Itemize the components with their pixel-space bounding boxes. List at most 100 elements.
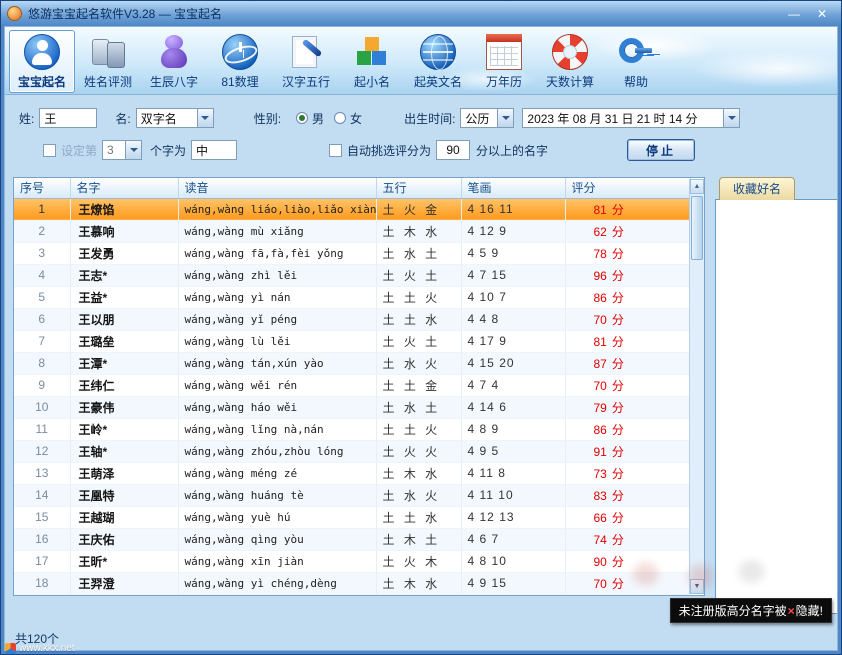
name-cell: 王凰特: [70, 484, 178, 506]
score-unit: 分: [612, 225, 624, 239]
birth-date-select[interactable]: 2023 年 08 月 31 日 21 时 14 分: [522, 108, 740, 128]
pinyin-cell: wáng,wàng yì nán: [178, 286, 376, 308]
favorites-list[interactable]: [715, 199, 838, 614]
column-header[interactable]: 名字: [70, 178, 178, 198]
male-radio[interactable]: [296, 112, 308, 124]
scroll-thumb[interactable]: [691, 196, 703, 260]
toolbar-button[interactable]: 起英文名: [405, 30, 471, 93]
table-row[interactable]: 10 王豪伟 wáng,wàng háo wěi 土 水 土 4 14 6 79…: [14, 396, 690, 418]
favorites-tab[interactable]: 收藏好名: [719, 177, 795, 200]
table-row[interactable]: 9 王纬仁 wáng,wàng wěi rén 土 土 金 4 7 4 70分: [14, 374, 690, 396]
name-cell: 王轴*: [70, 440, 178, 462]
toolbar-button[interactable]: 81数理: [207, 30, 273, 93]
wuxing-cell: 土 土 水: [376, 308, 461, 330]
wuxing-cell: 土 土 水: [376, 506, 461, 528]
table-row[interactable]: 6 王以朋 wáng,wàng yǐ péng 土 土 水 4 4 8 70分: [14, 308, 690, 330]
toolbar-button[interactable]: 汉字五行: [273, 30, 339, 93]
minimize-button[interactable]: —: [781, 5, 807, 23]
min-score-input[interactable]: 90: [436, 140, 470, 160]
table-row[interactable]: 11 王岭* wáng,wàng lǐng nà,nán 土 土 火 4 8 9…: [14, 418, 690, 440]
chevron-down-icon[interactable]: [723, 109, 739, 127]
toolbar-button[interactable]: 起小名: [339, 30, 405, 93]
toolbar-button[interactable]: 姓名评测: [75, 30, 141, 93]
toolbar-button[interactable]: 宝宝起名: [9, 30, 75, 93]
score-value: 70: [594, 313, 607, 327]
table-row[interactable]: 2 王慕响 wáng,wàng mù xiǎng 土 木 水 4 12 9 62…: [14, 220, 690, 242]
female-radio[interactable]: [334, 112, 346, 124]
scroll-down-icon[interactable]: ▼: [690, 579, 704, 594]
table-row[interactable]: 1 王燎馅 wáng,wàng liáo,liào,liǎo xiàn 土 火 …: [14, 198, 690, 220]
row-index: 1: [14, 198, 70, 220]
name-cell: 王越瑚: [70, 506, 178, 528]
toolbar-button-label: 宝宝起名: [12, 73, 72, 90]
window-title: 悠游宝宝起名软件V3.28 — 宝宝起名: [28, 5, 779, 22]
chevron-down-icon[interactable]: [197, 109, 213, 127]
toolbar-button[interactable]: 生辰八字: [141, 30, 207, 93]
male-label: 男: [312, 110, 324, 127]
score-cell: 79分: [565, 396, 690, 418]
toolbar-button[interactable]: 万年历: [471, 30, 537, 93]
filter-settings-row: 设定第 3 个字为 中 自动挑选评分为 90 分以上的名字 停止: [5, 139, 837, 161]
table-row[interactable]: 5 王益* wáng,wàng yì nán 土 土 火 4 10 7 86分: [14, 286, 690, 308]
score-unit: 分: [612, 423, 624, 437]
score-unit: 分: [612, 489, 624, 503]
calendar-type-select[interactable]: 公历: [460, 108, 514, 128]
row-index: 10: [14, 396, 70, 418]
char-position-select[interactable]: 3: [102, 140, 142, 160]
column-header[interactable]: 读音: [178, 178, 376, 198]
table-row[interactable]: 14 王凰特 wáng,wàng huáng tè 土 水 火 4 11 10 …: [14, 484, 690, 506]
score-unit: 分: [612, 313, 624, 327]
score-unit: 分: [612, 445, 624, 459]
name-cell: 王萌泽: [70, 462, 178, 484]
score-unit: 分: [612, 291, 624, 305]
strokes-cell: 4 16 11: [461, 198, 565, 220]
column-header[interactable]: 五行: [376, 178, 461, 198]
scroll-up-icon[interactable]: ▲: [690, 179, 704, 194]
table-row[interactable]: 17 王昕* wáng,wàng xīn jiàn 土 火 木 4 8 10 9…: [14, 550, 690, 572]
row-index: 2: [14, 220, 70, 242]
row-index: 12: [14, 440, 70, 462]
table-row[interactable]: 3 王发勇 wáng,wàng fā,fà,fèi yǒng 土 水 土 4 5…: [14, 242, 690, 264]
close-button[interactable]: ✕: [809, 5, 835, 23]
toolbar-button[interactable]: 帮助: [603, 30, 669, 93]
titlebar[interactable]: 悠游宝宝起名软件V3.28 — 宝宝起名 — ✕: [1, 1, 841, 26]
chevron-down-icon[interactable]: [497, 109, 513, 127]
score-value: 86: [594, 423, 607, 437]
wuxing-cell: 土 火 土: [376, 330, 461, 352]
column-header[interactable]: 序号: [14, 178, 70, 198]
auto-pick-checkbox[interactable]: [329, 144, 342, 157]
chevron-down-icon[interactable]: [125, 141, 141, 159]
pinyin-cell: wáng,wàng zhì lěi: [178, 264, 376, 286]
toolbar-button-label: 生辰八字: [144, 73, 204, 90]
vertical-scrollbar[interactable]: ▲ ▼: [689, 179, 704, 594]
pinyin-cell: wáng,wàng xīn jiàn: [178, 550, 376, 572]
name-cell: 王豪伟: [70, 396, 178, 418]
table-row[interactable]: 8 王潭* wáng,wàng tán,xún yào 土 水 火 4 15 2…: [14, 352, 690, 374]
score-cell: 96分: [565, 264, 690, 286]
wuxing-cell: 土 木 水: [376, 462, 461, 484]
surname-input[interactable]: 王: [39, 108, 97, 128]
table-row[interactable]: 15 王越瑚 wáng,wàng yuè hú 土 土 水 4 12 13 66…: [14, 506, 690, 528]
table-row[interactable]: 18 王羿澄 wáng,wàng yì chéng,dèng 土 木 水 4 9…: [14, 572, 690, 594]
table-row[interactable]: 12 王轴* wáng,wàng zhóu,zhòu lóng 土 火 火 4 …: [14, 440, 690, 462]
table-row[interactable]: 16 王庆佑 wáng,wàng qìng yòu 土 木 土 4 6 7 74…: [14, 528, 690, 550]
score-cell: 74分: [565, 528, 690, 550]
given-type-select[interactable]: 双字名: [136, 108, 214, 128]
column-header[interactable]: 笔画: [461, 178, 565, 198]
column-header[interactable]: 评分: [565, 178, 690, 198]
table-row[interactable]: 7 王璐垒 wáng,wàng lù lěi 土 火 土 4 17 9 81分: [14, 330, 690, 352]
strokes-cell: 4 12 13: [461, 506, 565, 528]
fixed-char-input[interactable]: 中: [191, 140, 237, 160]
client-area: 宝宝起名 姓名评测 生辰八字 81数理 汉字五行 起小名 起英文名 万年历 天数…: [4, 26, 838, 651]
toolbar-button[interactable]: 天数计算: [537, 30, 603, 93]
row-index: 7: [14, 330, 70, 352]
name-cell: 王潭*: [70, 352, 178, 374]
birth-time-label: 出生时间:: [404, 110, 455, 127]
set-char-checkbox[interactable]: [43, 144, 56, 157]
strokes-cell: 4 12 9: [461, 220, 565, 242]
stop-button[interactable]: 停止: [627, 139, 695, 161]
table-row[interactable]: 13 王萌泽 wáng,wàng méng zé 土 木 水 4 11 8 73…: [14, 462, 690, 484]
set-char-suffix-label: 个字为: [150, 142, 186, 159]
table-row[interactable]: 4 王志* wáng,wàng zhì lěi 土 火 土 4 7 15 96分: [14, 264, 690, 286]
wuxing-cell: 土 木 土: [376, 528, 461, 550]
